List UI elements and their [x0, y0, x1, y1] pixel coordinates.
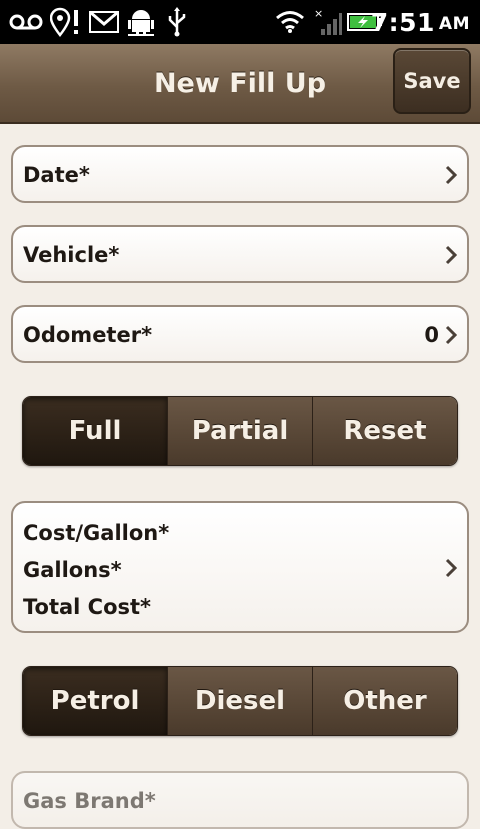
- fill-type-selector: Full Partial Reset: [22, 396, 458, 466]
- odometer-value: 0: [424, 323, 439, 347]
- vehicle-label: Vehicle*: [23, 243, 120, 267]
- status-time-value: 7:51: [370, 7, 435, 37]
- no-signal-icon: ×: [312, 0, 344, 44]
- save-button[interactable]: Save: [393, 48, 471, 114]
- date-row[interactable]: Date*: [11, 145, 469, 203]
- vehicle-row[interactable]: Vehicle*: [11, 225, 469, 283]
- android-debug-icon: [127, 0, 155, 44]
- chevron-right-icon: [445, 325, 457, 345]
- fill-type-reset-button[interactable]: Reset: [312, 397, 457, 465]
- wifi-icon: [274, 0, 306, 44]
- fill-type-partial-button[interactable]: Partial: [167, 397, 312, 465]
- fuel-type-diesel-button[interactable]: Diesel: [167, 667, 312, 735]
- status-bar: × 7:51 AM: [0, 0, 480, 44]
- total-cost-label: Total Cost*: [23, 595, 152, 619]
- odometer-label: Odometer*: [23, 323, 153, 347]
- fuel-type-petrol-button[interactable]: Petrol: [23, 667, 167, 735]
- status-time-ampm: AM: [438, 14, 470, 34]
- fuel-type-other-button[interactable]: Other: [312, 667, 457, 735]
- fuel-type-selector: Petrol Diesel Other: [22, 666, 458, 736]
- chevron-right-icon: [445, 558, 457, 578]
- cost-per-gallon-label: Cost/Gallon*: [23, 521, 170, 545]
- voicemail-icon: [8, 0, 44, 44]
- svg-text:×: ×: [314, 7, 323, 20]
- fill-type-full-button[interactable]: Full: [23, 397, 167, 465]
- odometer-row[interactable]: Odometer* 0: [11, 305, 469, 363]
- chevron-right-icon: [445, 245, 457, 265]
- gas-brand-row[interactable]: Gas Brand*: [11, 771, 469, 829]
- cost-row[interactable]: Cost/Gallon* Gallons* Total Cost*: [11, 501, 469, 633]
- date-label: Date*: [23, 163, 90, 187]
- status-time: 7:51 AM: [371, 0, 470, 44]
- title-bar: New Fill Up Save: [0, 44, 480, 124]
- chevron-right-icon: [445, 165, 457, 185]
- gas-brand-label: Gas Brand*: [23, 789, 156, 813]
- gallons-label: Gallons*: [23, 558, 122, 582]
- gmail-icon: [88, 0, 120, 44]
- usb-icon: [165, 0, 189, 44]
- location-alert-icon: [50, 0, 82, 44]
